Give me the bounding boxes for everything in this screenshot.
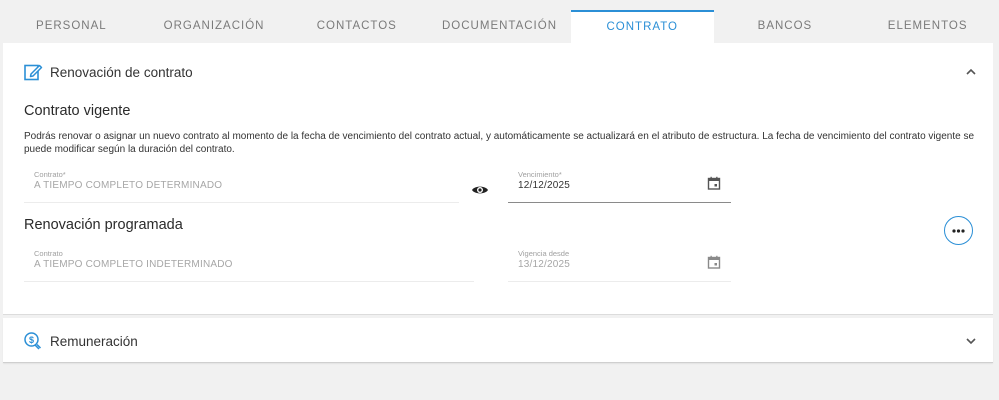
svg-text:$: $ — [29, 335, 34, 345]
expiry-date-label: Vencimiento* — [518, 170, 562, 179]
current-contract-field[interactable]: Contrato* A TIEMPO COMPLETO DETERMINADO — [24, 170, 459, 203]
chevron-down-icon[interactable] — [964, 334, 978, 348]
field-underline — [508, 202, 731, 203]
eye-icon[interactable] — [471, 184, 489, 196]
edit-document-icon — [24, 64, 43, 81]
tab-bar: PERSONAL ORGANIZACIÓN CONTACTOS DOCUMENT… — [0, 10, 999, 43]
tab-organizacion[interactable]: ORGANIZACIÓN — [143, 10, 286, 43]
calendar-icon[interactable] — [707, 255, 721, 269]
tab-contrato[interactable]: CONTRATO — [570, 10, 714, 43]
tab-documentacion[interactable]: DOCUMENTACIÓN — [428, 10, 571, 43]
current-contract-heading: Contrato vigente — [24, 103, 131, 119]
valid-from-value: 13/12/2025 — [518, 259, 571, 270]
valid-from-field[interactable]: Vigencia desde 13/12/2025 — [508, 249, 731, 282]
scheduled-contract-field[interactable]: Contrato A TIEMPO COMPLETO INDETERMINADO — [24, 249, 474, 282]
tab-elementos[interactable]: ELEMENTOS — [856, 10, 999, 43]
field-underline — [24, 202, 459, 203]
scheduled-contract-label: Contrato — [34, 249, 63, 258]
remuneration-header[interactable]: $ Remuneración — [3, 327, 993, 355]
remuneration-card: $ Remuneración — [3, 318, 993, 363]
current-contract-description: Podrás renovar o asignar un nuevo contra… — [24, 131, 975, 155]
tab-bancos[interactable]: BANCOS — [714, 10, 857, 43]
tab-personal[interactable]: PERSONAL — [0, 10, 143, 43]
tab-contactos[interactable]: CONTACTOS — [285, 10, 428, 43]
current-contract-value: A TIEMPO COMPLETO DETERMINADO — [34, 180, 223, 191]
field-underline — [508, 281, 731, 282]
renewal-header[interactable]: Renovación de contrato — [3, 58, 993, 86]
more-horizontal-icon — [952, 228, 965, 233]
expiry-date-value: 12/12/2025 — [518, 180, 571, 191]
money-icon: $ — [24, 332, 42, 350]
renewal-card: Renovación de contrato Contrato vigente … — [3, 43, 993, 315]
remuneration-section-title: Remuneración — [50, 333, 138, 349]
current-contract-label: Contrato* — [34, 170, 66, 179]
calendar-icon[interactable] — [707, 176, 721, 190]
renewal-section-title: Renovación de contrato — [50, 64, 193, 80]
expiry-date-field[interactable]: Vencimiento* 12/12/2025 — [508, 170, 731, 203]
scheduled-contract-value: A TIEMPO COMPLETO INDETERMINADO — [34, 259, 233, 270]
scheduled-renewal-heading: Renovación programada — [24, 217, 183, 233]
field-underline — [24, 281, 474, 282]
valid-from-label: Vigencia desde — [518, 249, 570, 258]
chevron-up-icon[interactable] — [964, 65, 978, 79]
more-options-button[interactable] — [944, 216, 973, 245]
